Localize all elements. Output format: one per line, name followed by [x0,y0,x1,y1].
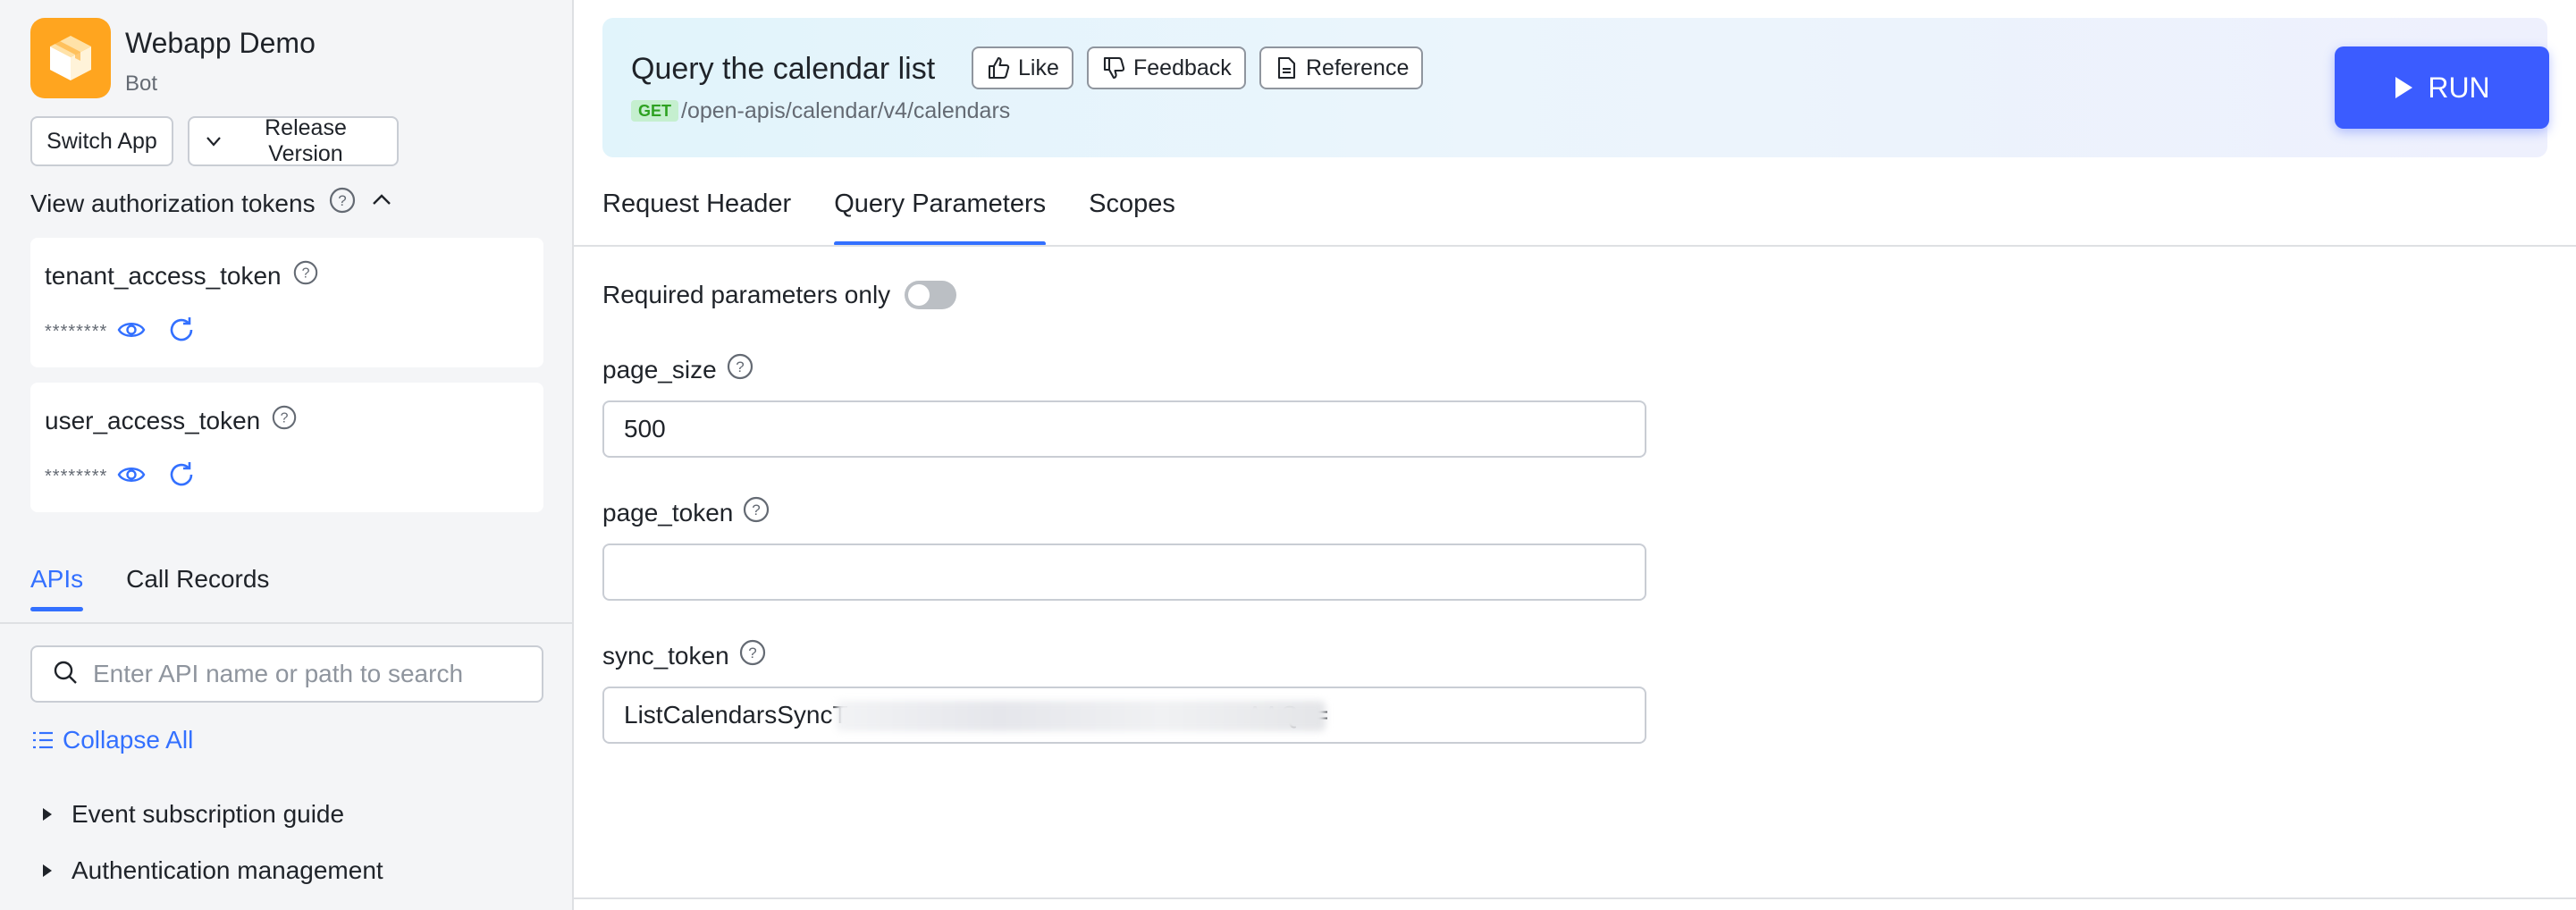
reference-label: Reference [1306,55,1410,80]
redaction-blur [836,701,1326,731]
required-only-row: Required parameters only [602,281,957,309]
switch-app-label: Switch App [46,128,157,154]
divider [574,897,2576,899]
param-label-row: sync_token ? [602,638,767,673]
help-icon[interactable]: ? [742,495,770,530]
help-icon[interactable]: ? [738,638,767,673]
token-name: user_access_token [45,406,261,434]
like-button[interactable]: Like [972,46,1073,89]
svg-text:?: ? [301,266,309,282]
help-icon[interactable]: ? [328,186,357,221]
page-title: Query the calendar list [631,52,936,86]
tab-query-parameters[interactable]: Query Parameters [834,190,1046,246]
caret-right-icon [41,863,54,879]
play-icon [2395,77,2413,98]
help-icon[interactable]: ? [292,259,319,292]
help-icon[interactable]: ? [271,404,298,437]
caret-right-icon [41,806,54,822]
run-label: RUN [2428,71,2490,104]
param-name: page_token [602,498,734,527]
sidebar: Webapp Demo Bot Switch App Release Versi… [0,0,574,910]
tab-scopes[interactable]: Scopes [1089,190,1175,246]
chevron-down-icon [204,131,223,151]
token-name-row: tenant_access_token ? [45,259,319,292]
svg-text:?: ? [753,501,761,518]
feedback-button[interactable]: Feedback [1087,46,1246,89]
collapse-all-button[interactable]: Collapse All [30,726,193,754]
box-icon [50,36,91,80]
like-label: Like [1018,55,1059,80]
api-path: /open-apis/calendar/v4/calendars [681,98,1011,123]
http-method-badge: GET [631,100,679,122]
token-card-user: user_access_token ? ******** [30,383,543,512]
required-only-toggle[interactable] [905,281,957,309]
page-token-input[interactable] [602,543,1646,601]
switch-app-button[interactable]: Switch App [30,116,173,166]
thumbs-up-icon [988,56,1010,80]
svg-text:?: ? [281,411,289,426]
token-card-tenant: tenant_access_token ? ******** [30,238,543,367]
svg-text:?: ? [748,645,756,661]
token-name-row: user_access_token ? [45,404,298,437]
tab-apis[interactable]: APIs [30,565,84,611]
app-type: Bot [125,72,158,96]
app-name: Webapp Demo [125,27,316,59]
tree-item-label: Event subscription guide [72,800,345,828]
required-only-label: Required parameters only [602,281,891,308]
reference-button[interactable]: Reference [1259,46,1424,89]
param-name: page_size [602,355,717,383]
refresh-icon[interactable] [166,459,197,494]
tree-item-authentication[interactable]: Authentication management [41,856,383,885]
tab-call-records[interactable]: Call Records [126,565,269,611]
token-name: tenant_access_token [45,261,282,290]
sidebar-tabs: APIs Call Records [30,565,312,611]
help-icon[interactable]: ? [726,352,754,387]
release-version-label: Release Version [265,115,347,166]
app-logo [30,18,111,98]
tree-item-event-subscription[interactable]: Event subscription guide [41,800,344,829]
document-icon [1277,56,1296,80]
auth-tokens-toggle[interactable]: View authorization tokens ? [30,186,394,221]
page-size-input[interactable] [602,400,1646,458]
api-search-input[interactable] [93,660,522,688]
auth-tokens-label: View authorization tokens [30,189,316,217]
api-search-box[interactable] [30,645,543,703]
api-header-banner: Query the calendar list Like Feedback Re… [602,18,2549,157]
run-button[interactable]: RUN [2335,46,2549,129]
token-masked-value: ******** [45,322,108,341]
search-icon [52,659,79,690]
token-actions: ******** [45,315,197,350]
collapse-all-label: Collapse All [63,726,194,754]
feedback-label: Feedback [1133,55,1232,80]
tree-item-label: Authentication management [72,856,383,884]
svg-text:?: ? [338,192,346,209]
divider [574,245,2576,247]
main-panel: Query the calendar list Like Feedback Re… [574,0,2576,910]
tab-request-header[interactable]: Request Header [602,190,791,246]
param-label-row: page_token ? [602,495,770,530]
release-version-button[interactable]: Release Version [188,115,399,166]
svg-text:?: ? [736,358,744,375]
token-masked-value: ******** [45,467,108,486]
param-label-row: page_size ? [602,352,754,387]
param-name: sync_token [602,641,729,670]
eye-icon[interactable] [116,315,147,350]
divider [0,622,572,624]
token-actions: ******** [45,459,197,494]
thumbs-down-icon [1103,56,1125,80]
chevron-up-icon[interactable] [369,188,394,219]
eye-icon[interactable] [116,459,147,494]
request-tabs: Request Header Query Parameters Scopes [602,190,1218,246]
refresh-icon[interactable] [166,315,197,350]
list-icon [30,728,55,753]
